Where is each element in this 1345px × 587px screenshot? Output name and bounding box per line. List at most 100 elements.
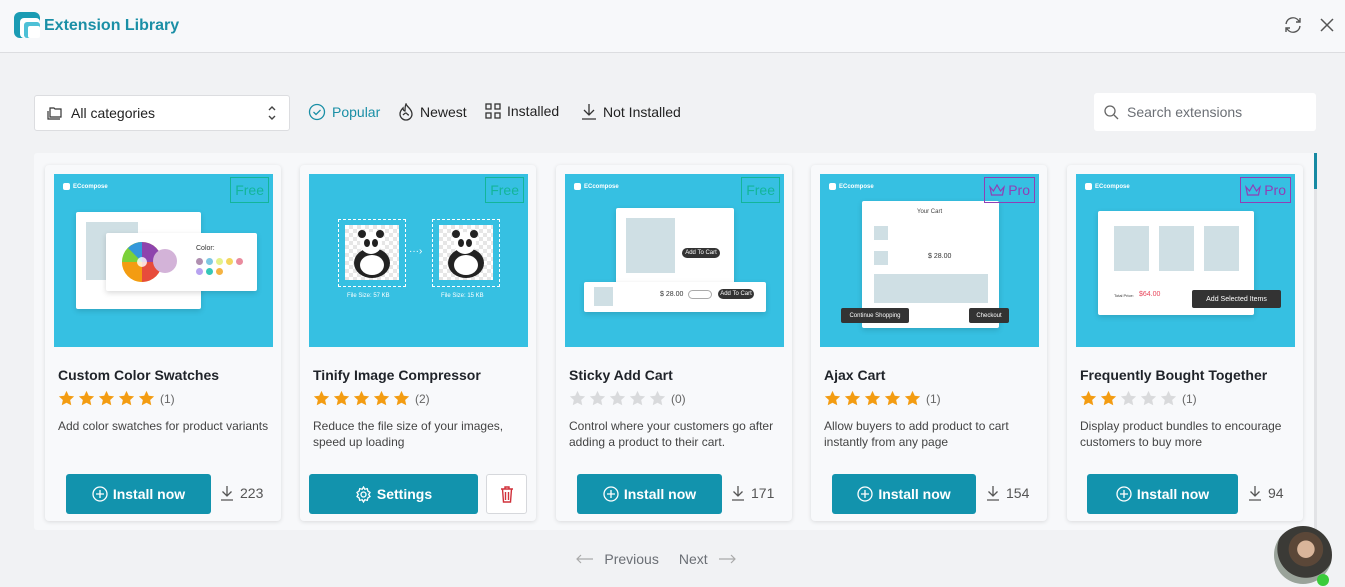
install-now-button[interactable]: Install now bbox=[66, 474, 211, 514]
free-badge: Free bbox=[741, 177, 780, 203]
settings-button[interactable]: Settings bbox=[309, 474, 478, 514]
star-filled-icon bbox=[824, 390, 841, 406]
rating: (0) bbox=[569, 390, 686, 407]
install-now-button[interactable]: Install now bbox=[1087, 474, 1238, 514]
brand-logo: ECcompose bbox=[63, 183, 108, 190]
crown-icon bbox=[989, 184, 1006, 196]
star-filled-icon bbox=[58, 390, 75, 406]
review-count: (2) bbox=[415, 391, 430, 406]
flame-icon bbox=[399, 103, 413, 121]
extension-title: Ajax Cart bbox=[824, 367, 886, 383]
pro-badge: Pro bbox=[1240, 177, 1291, 203]
chevron-updown-icon bbox=[268, 106, 276, 120]
extension-title: Tinify Image Compressor bbox=[313, 367, 481, 383]
install-now-button[interactable]: Install now bbox=[577, 474, 722, 514]
scrollbar-track[interactable] bbox=[1314, 153, 1317, 530]
filter-newest[interactable]: Newest bbox=[398, 103, 467, 121]
app-title: Extension Library bbox=[44, 17, 180, 34]
review-count: (1) bbox=[926, 391, 941, 406]
star-filled-icon bbox=[1080, 390, 1097, 406]
brand-logo: ECcompose bbox=[829, 183, 874, 190]
color-wheel-icon bbox=[122, 242, 177, 282]
rating: (1) bbox=[1080, 390, 1197, 407]
star-empty-icon bbox=[569, 390, 586, 406]
toolbar: All categories Popular Newest Installed … bbox=[0, 93, 1345, 131]
filter-not-installed[interactable]: Not Installed bbox=[581, 103, 681, 121]
previous-page-button[interactable]: Previous bbox=[576, 551, 659, 567]
free-badge: Free bbox=[485, 177, 524, 203]
brand-logo: ECcompose bbox=[1085, 183, 1130, 190]
review-count: (1) bbox=[1182, 391, 1197, 406]
scrollbar-thumb[interactable] bbox=[1314, 153, 1317, 189]
star-empty-icon bbox=[609, 390, 626, 406]
filter-installed-label: Installed bbox=[507, 103, 560, 119]
plus-circle-icon bbox=[857, 486, 873, 502]
extension-title: Sticky Add Cart bbox=[569, 367, 673, 383]
app-logo-icon bbox=[14, 12, 40, 38]
star-filled-icon bbox=[333, 390, 350, 406]
star-filled-icon bbox=[118, 390, 135, 406]
brand-logo: ECcompose bbox=[574, 183, 619, 190]
download-icon bbox=[1249, 486, 1261, 501]
download-count: 94 bbox=[1248, 485, 1284, 501]
extension-description: Reduce the file size of your images, spe… bbox=[313, 419, 504, 449]
extensions-grid: ECcompose Color: Free Custom Color Swatc… bbox=[34, 153, 1316, 530]
header-bar: Extension Library bbox=[0, 0, 1345, 53]
rating: (1) bbox=[58, 390, 175, 407]
extension-description: Control where your customers go after ad… bbox=[569, 419, 774, 449]
gear-icon bbox=[355, 485, 371, 503]
star-filled-icon bbox=[864, 390, 881, 406]
extension-thumbnail: ECcompose Color: Free bbox=[54, 174, 273, 347]
free-badge: Free bbox=[230, 177, 269, 203]
review-count: (0) bbox=[671, 391, 686, 406]
download-icon bbox=[221, 486, 233, 501]
filter-popular-label: Popular bbox=[332, 104, 381, 120]
extension-thumbnail: ECcompose Your Cart $ 28.00 Continue Sho… bbox=[820, 174, 1039, 347]
close-icon[interactable] bbox=[1316, 14, 1338, 36]
star-filled-icon bbox=[353, 390, 370, 406]
star-filled-icon bbox=[884, 390, 901, 406]
pro-badge: Pro bbox=[984, 177, 1035, 203]
extension-card[interactable]: ECcompose Color: Free Custom Color Swatc… bbox=[45, 165, 281, 521]
refresh-icon[interactable] bbox=[1282, 14, 1304, 36]
extension-card[interactable]: ECcompose Add To Cart $ 28.00 Add To Car… bbox=[556, 165, 792, 521]
extension-card[interactable]: ECcompose Your Cart $ 28.00 Continue Sho… bbox=[811, 165, 1047, 521]
pagination: Previous Next bbox=[0, 551, 1345, 567]
filter-popular[interactable]: Popular bbox=[308, 103, 380, 121]
search-box[interactable] bbox=[1094, 93, 1316, 131]
star-empty-icon bbox=[1160, 390, 1177, 406]
star-filled-icon bbox=[373, 390, 390, 406]
download-icon bbox=[732, 486, 744, 501]
star-filled-icon bbox=[844, 390, 861, 406]
download-count: 154 bbox=[986, 485, 1029, 501]
extension-card[interactable]: ECcompose Total Price: $64.00 Add Select… bbox=[1067, 165, 1303, 521]
star-empty-icon bbox=[649, 390, 666, 406]
star-filled-icon bbox=[904, 390, 921, 406]
delete-button[interactable] bbox=[486, 474, 527, 514]
star-filled-icon bbox=[313, 390, 330, 406]
install-now-button[interactable]: Install now bbox=[832, 474, 976, 514]
search-icon bbox=[1104, 104, 1119, 119]
plus-circle-icon bbox=[92, 486, 108, 502]
extension-thumbnail: ECcompose Total Price: $64.00 Add Select… bbox=[1076, 174, 1295, 347]
star-filled-icon bbox=[393, 390, 410, 406]
star-empty-icon bbox=[629, 390, 646, 406]
star-filled-icon bbox=[138, 390, 155, 406]
filter-newest-label: Newest bbox=[420, 104, 467, 120]
star-empty-icon bbox=[589, 390, 606, 406]
star-empty-icon bbox=[1120, 390, 1137, 406]
extension-thumbnail: ECcompose Add To Cart $ 28.00 Add To Car… bbox=[565, 174, 784, 347]
extension-description: Display product bundles to encourage cus… bbox=[1080, 419, 1282, 449]
search-input[interactable] bbox=[1127, 104, 1307, 120]
category-select[interactable]: All categories bbox=[34, 95, 290, 131]
grid-icon bbox=[485, 103, 501, 119]
star-filled-icon bbox=[98, 390, 115, 406]
extension-thumbnail: ···› File Size: 57 KB File Size: 15 KB F… bbox=[309, 174, 528, 347]
filter-installed[interactable]: Installed bbox=[485, 103, 559, 119]
next-page-button[interactable]: Next bbox=[679, 551, 736, 567]
arrow-icon: ···› bbox=[409, 246, 423, 257]
extension-description: Allow buyers to add product to cart inst… bbox=[824, 419, 1009, 449]
check-circle-icon bbox=[308, 103, 326, 121]
extension-card[interactable]: ···› File Size: 57 KB File Size: 15 KB F… bbox=[300, 165, 536, 521]
plus-circle-icon bbox=[1116, 486, 1132, 502]
